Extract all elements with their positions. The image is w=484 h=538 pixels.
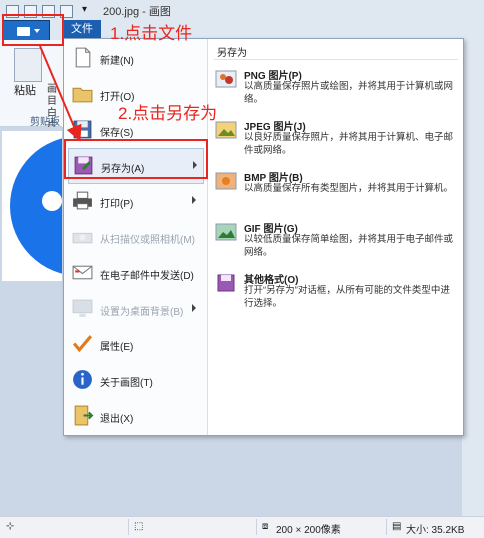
menu-item-label: 从扫描仪或照相机(M) [100,235,195,246]
image-dimensions: 200 × 200像素 [276,525,341,536]
annotation-step2: 2.点击另存为 [118,104,218,123]
status-bar: ⊹ ⬚ ⧈ 200 × 200像素 ▤ 大小: 35.2KB [0,516,484,538]
save-format-option-3[interactable]: GIF 图片(G) 以较低质量保存简单绘图，并将其用于电子邮件或网络。 [212,218,460,266]
menu-item-label: 新建(N) [100,56,134,67]
window-title: 200.jpg - 画图 [103,6,171,18]
image-size-icon: ⧈ [262,521,269,532]
save-as-panel-title: 另存为 [217,48,247,59]
menu-item-label: 保存(S) [100,127,134,139]
menu-item-5: 从扫描仪或照相机(M) [68,220,202,254]
bmp-image-icon [215,170,237,192]
title-bar: ▾ 200.jpg - 画图 [0,0,484,20]
menu-item-4[interactable]: 打印(P) [68,184,202,218]
menu-item-label: 设置为桌面背景(B) [100,306,184,318]
format-description: 打开“另存为”对话框，从所有可能的文件类型中进行选择。 [244,285,450,309]
menu-item-label: 在电子邮件中发送(D) [100,270,194,282]
save-format-option-1[interactable]: JPEG 图片(J) 以良好质量保存照片，并将其用于计算机、电子邮件或网络。 [212,116,460,164]
scanner-icon [71,225,94,248]
new-file-icon [71,46,94,69]
format-description: 以高质量保存照片或绘图，并将其用于计算机或网络。 [244,81,454,105]
printer-icon [71,189,94,212]
menu-item-0[interactable]: 新建(N) [68,41,202,75]
desktop-icon [71,297,94,320]
save-format-option-4[interactable]: 其他格式(O) 打开“另存为”对话框，从所有可能的文件类型中进行选择。 [212,269,460,317]
menu-item-label: 属性(E) [100,342,134,354]
info-icon [71,368,94,391]
customize-dropdown-icon[interactable]: ▾ [82,4,87,15]
menu-item-label: 关于画图(T) [100,378,153,390]
menu-item-label: 退出(X) [100,414,134,425]
annotation-box-file [2,14,64,46]
submenu-arrow-icon [192,196,196,205]
other-formats-icon [215,272,237,294]
save-format-option-2[interactable]: BMP 图片(B) 以高质量保存所有类型图片，并将其用于计算机。 [212,167,460,215]
cursor-position-icon: ⊹ [6,521,15,532]
save-format-option-0[interactable]: PNG 图片(P) 以高质量保存照片或绘图，并将其用于计算机或网络。 [212,65,460,113]
png-image-icon [215,68,237,90]
file-tab[interactable]: 文件 [63,20,101,38]
save-as-panel: 另存为 PNG 图片(P) 以高质量保存照片或绘图，并将其用于计算机或网络。 JPE… [208,39,463,435]
format-description: 以较低质量保存简单绘图，并将其用于电子邮件或网络。 [244,234,454,258]
paste-label[interactable]: 粘贴 [14,82,36,98]
checkmark-icon [71,332,94,355]
email-icon [71,261,94,284]
panel-separator [214,59,458,60]
submenu-arrow-icon [192,303,196,312]
file-size-icon: ▤ [392,521,402,532]
menu-item-8[interactable]: 属性(E) [68,327,202,361]
canvas-image[interactable] [2,131,62,281]
paste-icon[interactable] [14,48,42,82]
exit-icon [71,404,94,427]
menu-item-10[interactable]: 退出(X) [68,399,202,433]
annotation-step1: 1.点击文件 [110,24,193,43]
file-menu: 新建(N) 打开(O) 保存(S) 另存为(A) 打印(P) 从扫描仪或照相机(M) 在电子… [63,38,464,436]
menu-item-6[interactable]: 在电子邮件中发送(D) [68,256,202,290]
selection-size-icon: ⬚ [134,521,144,532]
jpeg-image-icon [215,119,237,141]
open-folder-icon [71,82,94,105]
menu-item-label: 打印(P) [100,199,134,211]
clipboard-group-label: 剪贴板 [30,117,60,128]
gif-image-icon [215,221,237,243]
format-description: 以高质量保存所有类型图片，并将其用于计算机。 [244,183,454,194]
menu-item-9[interactable]: 关于画图(T) [68,363,202,397]
file-size: 大小: 35.2KB [406,525,465,536]
right-panel [462,40,484,516]
annotation-box-save-as [64,139,208,179]
menu-item-7: 设置为桌面背景(B) [68,292,202,326]
image-disc-hole [42,191,62,211]
format-description: 以良好质量保存照片，并将其用于计算机、电子邮件或网络。 [244,132,454,156]
save-disk-icon [71,118,94,141]
